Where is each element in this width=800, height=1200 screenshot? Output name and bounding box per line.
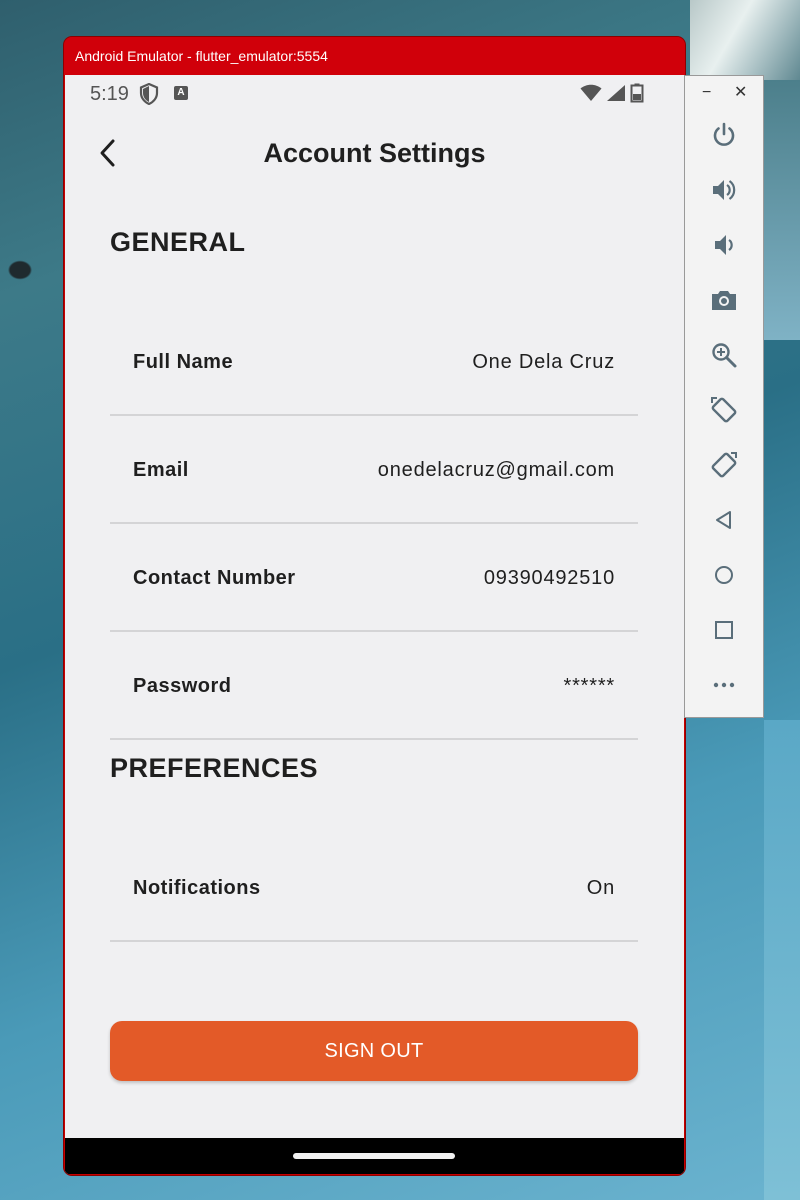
close-button[interactable]: ✕: [734, 84, 747, 102]
home-nav-button[interactable]: [707, 558, 741, 592]
row-value: On: [586, 877, 615, 899]
overview-square-icon: [715, 621, 733, 639]
signal-icon: [606, 84, 626, 107]
overview-nav-button[interactable]: [707, 613, 741, 647]
app-notification-icon: A: [174, 86, 188, 100]
row-label: Notifications: [133, 877, 261, 899]
back-triangle-icon: [716, 511, 731, 529]
row-value: onedelacruz@gmail.com: [377, 459, 615, 481]
rotate-left-icon: [711, 397, 737, 423]
row-value: 09390492510: [483, 567, 615, 589]
screenshot-button[interactable]: [707, 283, 741, 317]
phone-screen: 5:19 A Account Settings GENERAL Full Nam…: [65, 75, 684, 1174]
window-title[interactable]: Android Emulator - flutter_emulator:5554: [64, 37, 685, 75]
background-decor: [690, 0, 800, 80]
rotate-left-button[interactable]: [707, 393, 741, 427]
background-decor: [764, 720, 800, 1200]
power-button[interactable]: [707, 118, 741, 152]
section-heading-general: GENERAL: [110, 227, 246, 257]
row-label: Password: [133, 675, 232, 697]
zoom-icon: [712, 343, 737, 368]
back-button[interactable]: [91, 135, 127, 171]
background-decor: [0, 230, 70, 290]
rotate-right-icon: [711, 452, 737, 478]
volume-up-icon: [713, 180, 736, 200]
minimize-button[interactable]: −: [702, 84, 711, 102]
background-decor: [764, 80, 800, 340]
setting-row-password[interactable]: Password ******: [110, 632, 638, 740]
app-bar: Account Settings: [65, 135, 684, 195]
sign-out-button[interactable]: SIGN OUT: [110, 1021, 638, 1081]
camera-icon: [712, 291, 736, 310]
shield-icon: [139, 82, 159, 110]
setting-row-full-name[interactable]: Full Name One Dela Cruz: [110, 308, 638, 416]
status-bar: 5:19 A: [65, 75, 684, 113]
row-label: Full Name: [133, 351, 234, 373]
row-value: ******: [563, 675, 615, 697]
zoom-button[interactable]: [707, 338, 741, 372]
home-gesture-handle[interactable]: [293, 1153, 455, 1159]
status-icons: [580, 83, 644, 108]
row-label: Email: [133, 459, 189, 481]
battery-icon: [630, 83, 644, 108]
back-nav-button[interactable]: [707, 503, 741, 537]
emulator-window: Android Emulator - flutter_emulator:5554…: [64, 37, 685, 1175]
chevron-left-icon: [100, 139, 115, 167]
emulator-side-toolbar: − ✕: [684, 75, 764, 718]
status-time: 5:19: [90, 83, 129, 105]
setting-row-email[interactable]: Email onedelacruz@gmail.com: [110, 416, 638, 524]
more-icon: [713, 682, 735, 688]
setting-row-contact-number[interactable]: Contact Number 09390492510: [110, 524, 638, 632]
row-label: Contact Number: [133, 567, 296, 589]
wifi-icon: [580, 84, 602, 107]
home-circle-icon: [715, 566, 733, 584]
section-heading-preferences: PREFERENCES: [110, 753, 319, 783]
more-button[interactable]: [707, 668, 741, 702]
volume-up-button[interactable]: [707, 173, 741, 207]
setting-row-notifications[interactable]: Notifications On: [110, 834, 638, 942]
power-icon: [713, 122, 735, 146]
rotate-right-button[interactable]: [707, 448, 741, 482]
system-nav-bar: [65, 1138, 684, 1174]
page-title: Account Settings: [263, 138, 486, 168]
volume-down-button[interactable]: [707, 228, 741, 262]
row-value: One Dela Cruz: [472, 351, 615, 373]
toolbar-window-controls: − ✕: [685, 84, 765, 104]
volume-down-icon: [715, 235, 733, 255]
